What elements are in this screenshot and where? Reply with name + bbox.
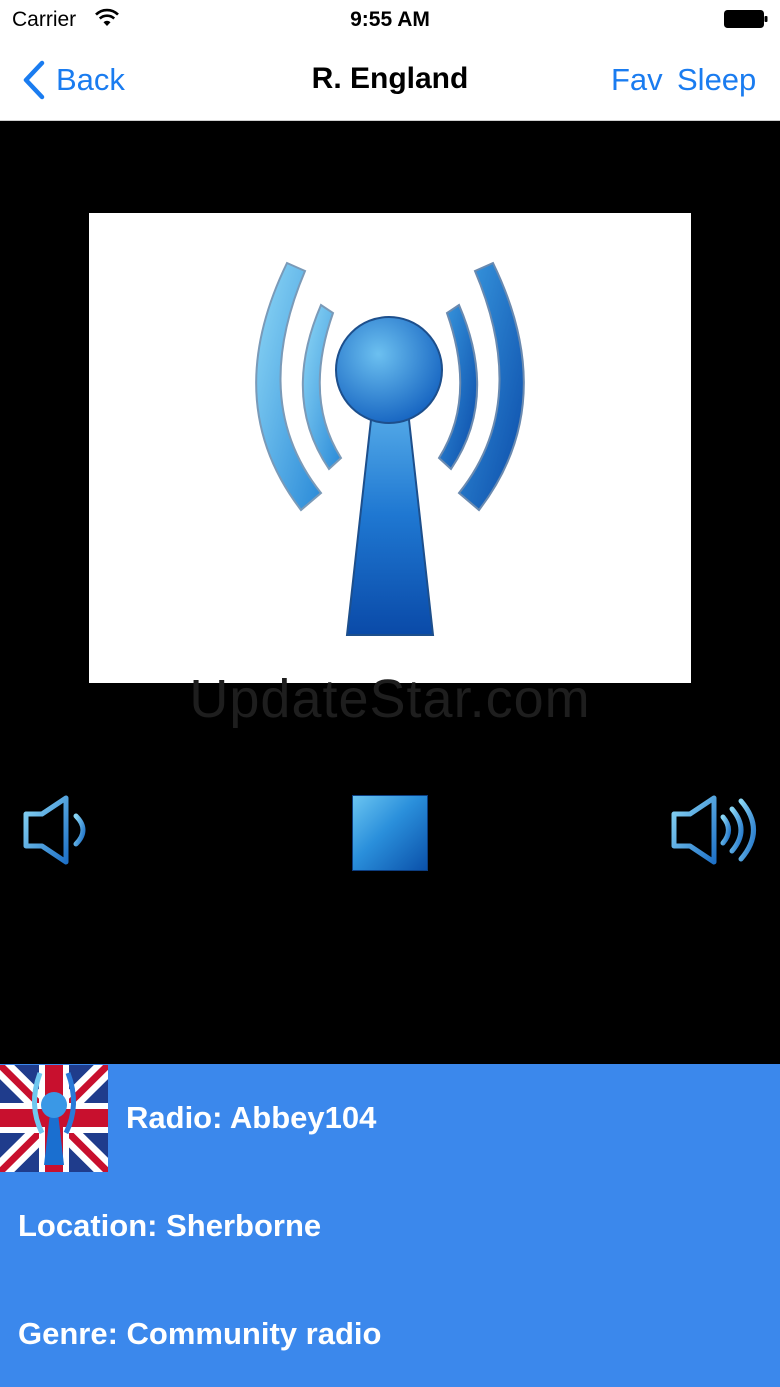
uk-flag-radio-icon bbox=[0, 1065, 108, 1172]
navigation-bar: Back R. England Fav Sleep bbox=[0, 40, 780, 121]
volume-down-button[interactable] bbox=[20, 790, 100, 870]
station-artwork bbox=[89, 213, 691, 683]
chevron-left-icon bbox=[23, 60, 45, 100]
back-label: Back bbox=[56, 62, 125, 97]
station-genre: Genre: Community radio bbox=[18, 1316, 382, 1351]
volume-down-icon bbox=[23, 795, 86, 865]
volume-up-button[interactable] bbox=[668, 790, 760, 870]
volume-up-icon bbox=[671, 795, 756, 865]
stop-button[interactable] bbox=[352, 795, 428, 871]
fav-button[interactable]: Fav bbox=[611, 62, 663, 98]
station-location: Location: Sherborne bbox=[18, 1208, 322, 1243]
sleep-button[interactable]: Sleep bbox=[677, 62, 756, 98]
clock: 9:55 AM bbox=[350, 8, 430, 31]
station-name: Radio: Abbey104 bbox=[126, 1100, 377, 1135]
battery-icon bbox=[724, 10, 768, 28]
radio-antenna-icon bbox=[255, 261, 525, 636]
back-button[interactable]: Back bbox=[22, 58, 125, 102]
watermark-text: UpdateStar.com bbox=[189, 669, 591, 729]
status-bar: Carrier 9:55 AM bbox=[0, 0, 780, 40]
